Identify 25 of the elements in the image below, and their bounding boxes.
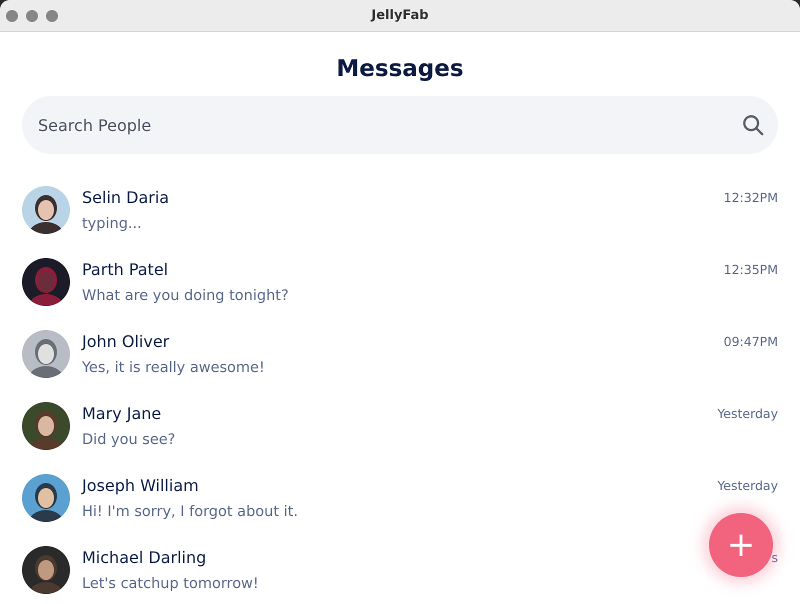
message-preview: Hi! I'm sorry, I forgot about it. (82, 504, 298, 520)
message-time: s (771, 550, 778, 565)
message-preview: Yes, it is really awesome! (82, 360, 265, 376)
message-preview: Let's catchup tomorrow! (82, 576, 259, 592)
contact-name[interactable]: Parth Patel (82, 260, 168, 279)
maximize-window-button[interactable] (46, 10, 58, 22)
contact-name[interactable]: Joseph William (82, 476, 199, 495)
contact-name[interactable]: Mary Jane (82, 404, 162, 423)
minimize-window-button[interactable] (26, 10, 38, 22)
message-time: Yesterday (717, 478, 778, 493)
contact-name[interactable]: Selin Daria (82, 188, 170, 207)
contact-name[interactable]: Michael Darling (82, 548, 206, 567)
page-title: Messages (335, 56, 465, 82)
contact-name[interactable]: John Oliver (82, 332, 170, 351)
message-preview: typing... (82, 216, 142, 232)
message-time: 12:32PM (724, 190, 778, 205)
message-preview: What are you doing tonight? (82, 288, 289, 304)
message-time: 09:47PM (724, 334, 778, 349)
window-title: JellyFab (371, 8, 429, 23)
message-preview: Did you see? (82, 432, 176, 448)
search-field[interactable]: Search People (22, 96, 778, 154)
search-icon[interactable] (742, 114, 764, 136)
close-window-button[interactable] (6, 10, 18, 22)
message-time: Yesterday (717, 406, 778, 421)
message-time: 12:35PM (724, 262, 778, 277)
